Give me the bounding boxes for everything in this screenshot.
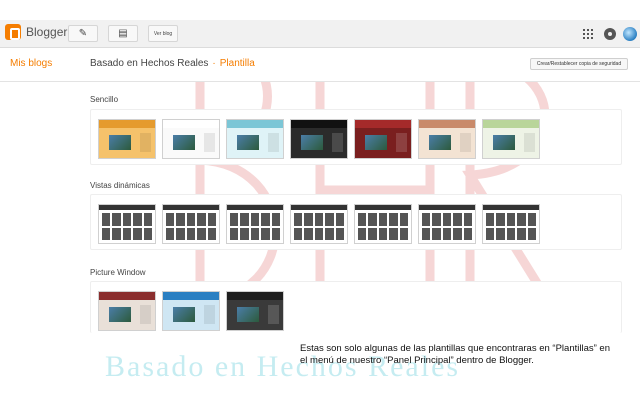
template-thumbnail[interactable] [355, 120, 411, 158]
template-thumbnail[interactable] [419, 120, 475, 158]
account-avatar[interactable] [623, 27, 637, 41]
section-title-picture-window: Picture Window [90, 268, 146, 277]
template-thumbnail[interactable] [227, 205, 283, 243]
template-thumbnail[interactable] [99, 205, 155, 243]
current-page-title: Plantilla [219, 58, 255, 69]
breadcrumb-separator: · [212, 58, 216, 69]
view-blog-button[interactable]: Ver blog [148, 25, 178, 42]
blog-name[interactable]: Basado en Hechos Reales [90, 58, 208, 69]
section-title-dynamic-views: Vistas dinámicas [90, 181, 150, 190]
breadcrumb: Basado en Hechos Reales · Plantilla [90, 58, 255, 69]
new-post-button[interactable]: ✎ [68, 25, 98, 42]
template-thumbnail[interactable] [163, 292, 219, 330]
template-thumbnail[interactable] [227, 292, 283, 330]
top-bar: Blogger ✎ ▤ Ver blog [0, 20, 640, 48]
pencil-icon: ✎ [78, 28, 88, 39]
template-thumbnail[interactable] [163, 205, 219, 243]
template-group-picture-window [90, 281, 622, 333]
apps-grid-icon[interactable] [583, 29, 593, 39]
template-thumbnail[interactable] [227, 120, 283, 158]
caption-text: Estas son solo algunas de las plantillas… [300, 343, 610, 366]
pages-button[interactable]: ▤ [108, 25, 138, 42]
template-thumbnail[interactable] [355, 205, 411, 243]
blogger-logo-icon [5, 24, 21, 40]
template-thumbnail[interactable] [419, 205, 475, 243]
brand[interactable]: Blogger [5, 24, 67, 40]
template-thumbnail[interactable] [483, 120, 539, 158]
template-thumbnail[interactable] [163, 120, 219, 158]
notifications-icon[interactable] [604, 28, 616, 40]
pages-icon: ▤ [118, 28, 128, 39]
section-title-simple: Sencillo [90, 95, 119, 104]
my-blogs-link[interactable]: Mis blogs [10, 58, 52, 69]
template-group-dynamic-views [90, 194, 622, 250]
template-thumbnail[interactable] [99, 292, 155, 330]
sub-header: Mis blogs Basado en Hechos Reales · Planti… [0, 48, 640, 82]
template-thumbnail[interactable] [483, 205, 539, 243]
template-thumbnail[interactable] [99, 120, 155, 158]
app-name: Blogger [26, 25, 68, 39]
template-thumbnail[interactable] [291, 205, 347, 243]
template-group-simple [90, 109, 622, 165]
backup-restore-button[interactable]: Crear/Restablecer copia de seguridad [530, 58, 628, 70]
template-thumbnail[interactable] [291, 120, 347, 158]
